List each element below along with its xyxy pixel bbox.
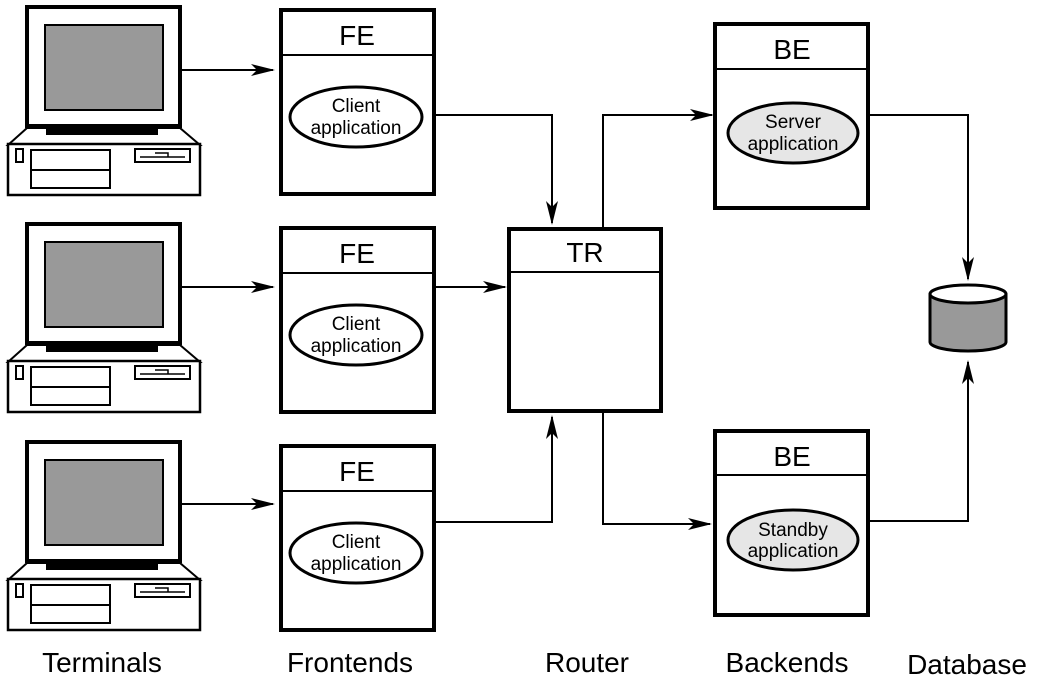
arrow-be1-database	[870, 114, 974, 281]
app-label-line2: application	[311, 336, 402, 357]
app-label-line1: Client	[332, 96, 381, 117]
terminal-3	[6, 440, 202, 632]
arrow-router-be2	[602, 413, 712, 530]
backend-title: BE	[773, 34, 810, 65]
backend-2: BE Standby application	[713, 429, 870, 617]
router-title: TR	[566, 237, 603, 268]
backend-title: BE	[773, 441, 810, 472]
computer-terminal-icon	[6, 222, 202, 414]
terminal-2	[6, 222, 202, 414]
app-label-line2: application	[748, 541, 839, 562]
arrow-fe1-router	[436, 114, 558, 225]
computer-terminal-icon	[6, 440, 202, 632]
label-terminals: Terminals	[42, 647, 162, 678]
label-database: Database	[907, 649, 1027, 680]
app-label-line2: application	[748, 134, 839, 155]
architecture-diagram: FE Client application FE Client applicat…	[6, 5, 1027, 680]
frontend-3: FE Client application	[279, 444, 436, 632]
frontend-1: FE Client application	[279, 8, 436, 196]
database-cylinder-icon	[928, 283, 1008, 353]
arrow-be2-database	[870, 360, 974, 522]
arrow-fe3-router	[436, 415, 558, 523]
app-label-line1: Server	[765, 112, 822, 133]
app-label-line1: Client	[332, 532, 381, 553]
computer-terminal-icon	[6, 5, 202, 197]
terminal-1	[6, 5, 202, 197]
label-frontends: Frontends	[287, 647, 413, 678]
app-label-line1: Client	[332, 314, 381, 335]
router: TR	[507, 227, 663, 413]
app-label-line2: application	[311, 554, 402, 575]
backend-1: BE Server application	[713, 22, 870, 210]
frontend-title: FE	[339, 20, 375, 51]
app-label-line1: Standby	[758, 520, 828, 541]
label-backends: Backends	[726, 647, 849, 678]
frontend-title: FE	[339, 238, 375, 269]
label-router: Router	[545, 647, 629, 678]
app-label-line2: application	[311, 118, 402, 139]
frontend-2: FE Client application	[279, 226, 436, 414]
frontend-title: FE	[339, 456, 375, 487]
arrow-router-be1	[602, 109, 714, 227]
